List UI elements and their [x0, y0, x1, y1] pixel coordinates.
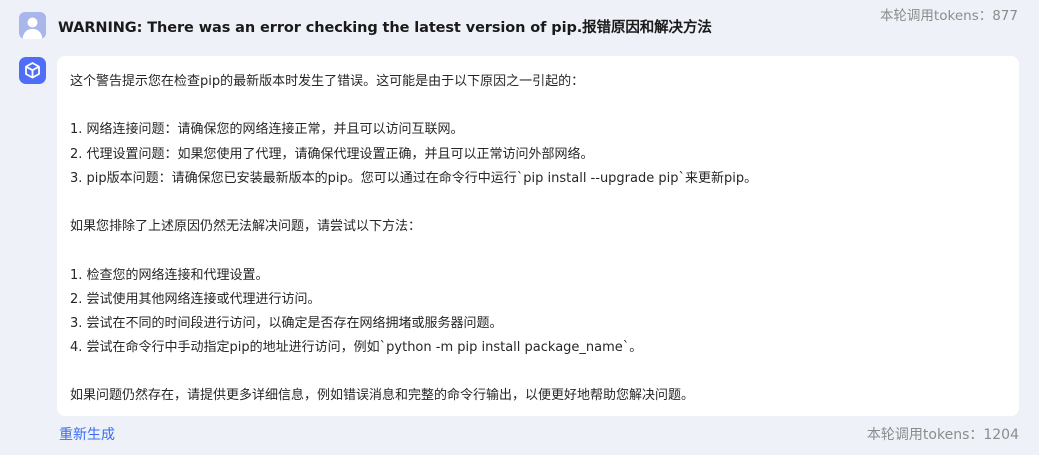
cube-icon	[25, 62, 40, 79]
user-avatar	[19, 12, 46, 39]
method-item: 3. 尝试在不同的时间段进行访问，以确定是否存在网络拥堵或服务器问题。	[70, 315, 503, 331]
person-icon	[22, 17, 43, 39]
user-question: WARNING: There was an error checking the…	[58, 20, 712, 36]
cause-item: 3. pip版本问题：请确保您已安装最新版本的pip。您可以通过在命令行中运行`…	[70, 170, 758, 186]
question-token-count: 本轮调用tokens：877	[879, 8, 1018, 24]
answer-transition: 如果您排除了上述原因仍然无法解决问题，请尝试以下方法：	[70, 219, 422, 235]
cause-item: 2. 代理设置问题：如果您使用了代理，请确保代理设置正确，并且可以正常访问外部网…	[70, 146, 594, 162]
regenerate-button[interactable]: 重新生成	[59, 424, 115, 444]
method-item: 2. 尝试使用其他网络连接或代理进行访问。	[70, 291, 321, 307]
bot-avatar	[19, 57, 46, 84]
method-item: 4. 尝试在命令行中手动指定pip的地址进行访问，例如`python -m pi…	[70, 340, 643, 356]
answer-closing: 如果问题仍然存在，请提供更多详细信息，例如错误消息和完整的命令行输出，以便更好地…	[70, 388, 695, 404]
cause-item: 1. 网络连接问题：请确保您的网络连接正常，并且可以访问互联网。	[70, 122, 464, 138]
answer-card: 这个警告提示您在检查pip的最新版本时发生了错误。这可能是由于以下原因之一引起的…	[57, 56, 1019, 416]
answer-intro: 这个警告提示您在检查pip的最新版本时发生了错误。这可能是由于以下原因之一引起的…	[70, 74, 585, 89]
method-item: 1. 检查您的网络连接和代理设置。	[70, 267, 269, 283]
answer-token-count: 本轮调用tokens：1204	[866, 427, 1019, 443]
